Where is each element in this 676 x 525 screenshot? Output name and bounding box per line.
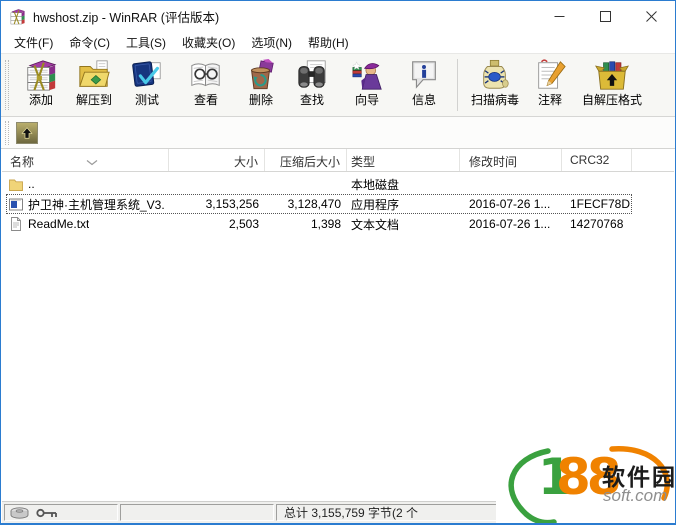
menu-tools[interactable]: 工具(S) (118, 32, 174, 53)
add-button[interactable]: 添加 (12, 57, 70, 113)
watermark-188soft-logo: 1 88 软件园 soft.com (496, 444, 676, 525)
status-icons-panel (4, 504, 118, 521)
close-icon (646, 11, 657, 22)
extract-folder-icon (77, 58, 111, 92)
list-item-readme[interactable]: ReadMe.txt 2,503 1,398 文本文档 2016-07-26 1… (6, 214, 632, 234)
maximize-button[interactable] (582, 1, 628, 31)
drive-icon[interactable] (10, 507, 29, 519)
item-name: 护卫神·主机管理系统_V3.7.... (28, 196, 164, 213)
view-book-icon (189, 58, 223, 92)
item-modified: 2016-07-26 1... (460, 217, 562, 231)
info-label: 信息 (412, 93, 436, 107)
find-button[interactable]: 查找 (286, 57, 338, 113)
scan-virus-label: 扫描病毒 (471, 93, 519, 107)
item-type: 文本文档 (347, 216, 460, 233)
list-rows: .. 本地磁盘 护卫神·主机管理系统_V3.7.... 3,153,2 (2, 172, 674, 234)
address-gripper (5, 121, 9, 145)
sfx-label: 自解压格式 (582, 93, 642, 107)
list-item-parent-dir[interactable]: .. 本地磁盘 (6, 174, 632, 194)
item-type: 应用程序 (347, 196, 460, 213)
minimize-button[interactable] (536, 1, 582, 31)
folder-icon (9, 178, 23, 191)
comment-label: 注释 (538, 93, 562, 107)
up-one-level-button[interactable] (16, 122, 38, 144)
maximize-icon (600, 11, 611, 22)
test-button[interactable]: 测试 (118, 57, 176, 113)
extract-to-label: 解压到 (76, 93, 112, 107)
test-label: 测试 (135, 93, 159, 107)
toolbar: 添加 解压到 测试 (1, 53, 675, 117)
menu-commands[interactable]: 命令(C) (61, 32, 118, 53)
delete-bin-icon (244, 58, 278, 92)
extract-to-button[interactable]: 解压到 (70, 57, 118, 113)
info-bubble-icon (407, 58, 441, 92)
logo-en-text: soft.com (603, 486, 667, 506)
view-label: 查看 (194, 93, 218, 107)
wizard-icon (350, 58, 384, 92)
sfx-button[interactable]: 自解压格式 (573, 57, 651, 113)
item-crc: 1FECF78D (562, 197, 632, 211)
view-button[interactable]: 查看 (176, 57, 236, 113)
up-arrow-icon (20, 126, 34, 140)
key-icon[interactable] (36, 507, 58, 519)
minimize-icon (554, 11, 565, 22)
find-label: 查找 (300, 93, 324, 107)
list-header: 名称 大小 压缩后大小 类型 修改时间 CRC32 (2, 149, 674, 172)
toolbar-gripper (5, 60, 9, 110)
wizard-button[interactable]: 向导 (338, 57, 396, 113)
test-book-icon (130, 58, 164, 92)
menu-file[interactable]: 文件(F) (6, 32, 61, 53)
menu-help[interactable]: 帮助(H) (300, 32, 357, 53)
column-header-crc32[interactable]: CRC32 (562, 149, 632, 171)
menu-options[interactable]: 选项(N) (243, 32, 300, 53)
item-packed: 3,128,470 (265, 197, 347, 211)
item-modified: 2016-07-26 1... (460, 197, 562, 211)
toolbar-separator (457, 59, 458, 111)
list-item-app[interactable]: 护卫神·主机管理系统_V3.7.... 3,153,256 3,128,470 … (6, 194, 632, 214)
comment-button[interactable]: 注释 (527, 57, 573, 113)
find-binoculars-icon (295, 58, 329, 92)
close-button[interactable] (628, 1, 674, 31)
column-header-packed[interactable]: 压缩后大小 (265, 149, 347, 171)
item-packed: 1,398 (265, 217, 347, 231)
item-name: ReadMe.txt (28, 217, 89, 231)
item-size: 3,153,256 (169, 197, 265, 211)
wizard-label: 向导 (355, 93, 379, 107)
comment-note-icon (533, 58, 567, 92)
application-icon (9, 198, 23, 211)
add-label: 添加 (29, 93, 53, 107)
delete-label: 删除 (249, 93, 273, 107)
scan-virus-icon (478, 58, 512, 92)
item-crc: 14270768 (562, 217, 632, 231)
column-header-type[interactable]: 类型 (347, 149, 460, 171)
sort-chevron-icon (86, 153, 98, 171)
info-button[interactable]: 信息 (396, 57, 452, 113)
column-header-modified[interactable]: 修改时间 (460, 149, 562, 171)
menu-favorites[interactable]: 收藏夹(O) (174, 32, 243, 53)
item-name: .. (28, 177, 35, 191)
window-title: hwshost.zip - WinRAR (评估版本) (33, 7, 219, 26)
item-type: 本地磁盘 (347, 176, 460, 193)
menu-bar: 文件(F) 命令(C) 工具(S) 收藏夹(O) 选项(N) 帮助(H) (1, 31, 675, 53)
item-size: 2,503 (169, 217, 265, 231)
winrar-books-icon (9, 8, 26, 25)
add-archive-icon (24, 58, 58, 92)
title-bar: hwshost.zip - WinRAR (评估版本) (1, 1, 675, 31)
status-message-panel (120, 504, 274, 521)
delete-button[interactable]: 删除 (236, 57, 286, 113)
scan-virus-button[interactable]: 扫描病毒 (463, 57, 527, 113)
window-controls (536, 1, 674, 31)
address-bar (1, 117, 675, 149)
winrar-window: hwshost.zip - WinRAR (评估版本) 文件(F) 命令(C) … (0, 0, 676, 525)
status-total-text: 总计 3,155,759 字节(2 个 (284, 504, 418, 521)
sfx-box-icon (595, 58, 629, 92)
text-file-icon (9, 217, 23, 231)
column-header-size[interactable]: 大小 (169, 149, 265, 171)
